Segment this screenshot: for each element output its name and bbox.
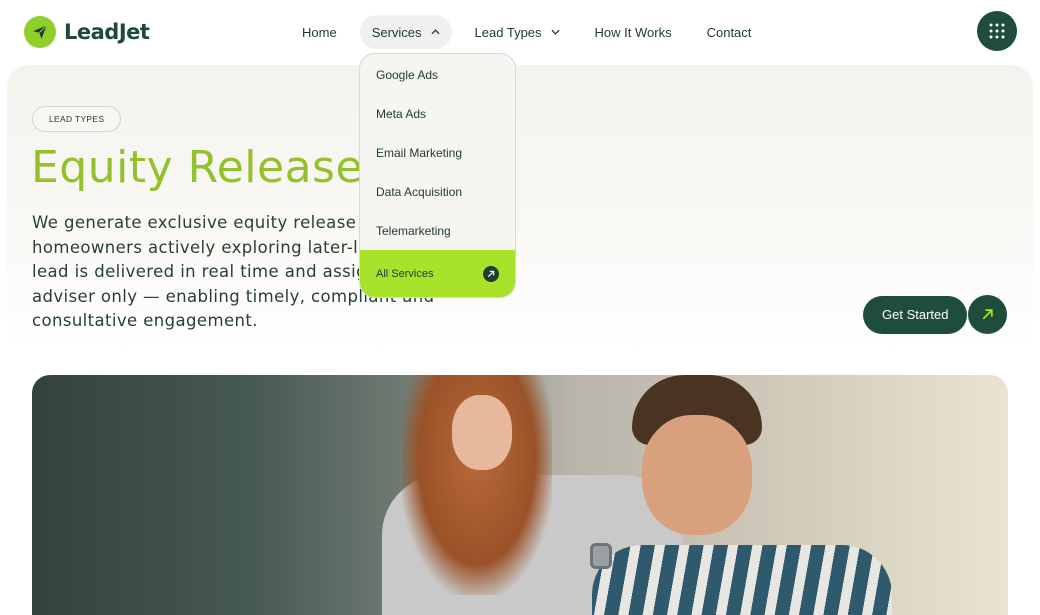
nav-item-contact[interactable]: Contact <box>695 15 764 49</box>
arrow-up-right-icon <box>983 309 994 320</box>
menu-button[interactable] <box>977 11 1017 51</box>
section-badge: LEAD TYPES <box>32 106 122 132</box>
get-started-button[interactable]: Get Started <box>863 295 968 334</box>
menu-item-meta-ads[interactable]: Meta Ads <box>360 94 515 133</box>
nav-item-label: Home <box>302 24 337 40</box>
nav-item-label: How It Works <box>594 24 672 40</box>
menu-item-telemarketing[interactable]: Telemarketing <box>360 211 515 250</box>
nav-item-label: Services <box>371 24 422 40</box>
brand-logo[interactable]: LeadJet <box>24 16 150 48</box>
menu-item-data-acquisition[interactable]: Data Acquisition <box>360 172 515 211</box>
nav-item-home[interactable]: Home <box>290 15 349 49</box>
menu-item-all-services[interactable]: All Services <box>360 250 515 297</box>
chevron-up-icon <box>431 29 440 35</box>
brand-name: LeadJet <box>64 20 150 44</box>
arrow-up-right-icon <box>483 265 499 282</box>
nav-item-how-it-works[interactable]: How It Works <box>583 15 684 49</box>
get-started-arrow-button[interactable] <box>968 295 1008 334</box>
services-dropdown: Google Ads Meta Ads Email Marketing Data… <box>359 53 516 298</box>
get-started-cta: Get Started <box>863 295 1008 334</box>
menu-item-google-ads[interactable]: Google Ads <box>360 55 515 94</box>
main-nav: Home Services Lead Types How It Works Co… <box>290 15 774 49</box>
paper-plane-icon <box>24 16 56 48</box>
page-title: Equity Release L <box>31 142 403 193</box>
nav-item-label: Lead Types <box>474 24 542 40</box>
nav-item-services[interactable]: Services <box>359 15 452 49</box>
nav-item-label: Contact <box>706 24 752 40</box>
chevron-down-icon <box>550 29 560 35</box>
site-header: LeadJet Home Services Lead Types How It … <box>0 0 1040 64</box>
grid-dots-icon <box>989 23 1005 39</box>
all-services-label: All Services <box>376 267 434 280</box>
menu-item-email-marketing[interactable]: Email Marketing <box>360 133 515 172</box>
hero-photo <box>32 375 1008 615</box>
nav-item-lead-types[interactable]: Lead Types <box>463 15 572 49</box>
